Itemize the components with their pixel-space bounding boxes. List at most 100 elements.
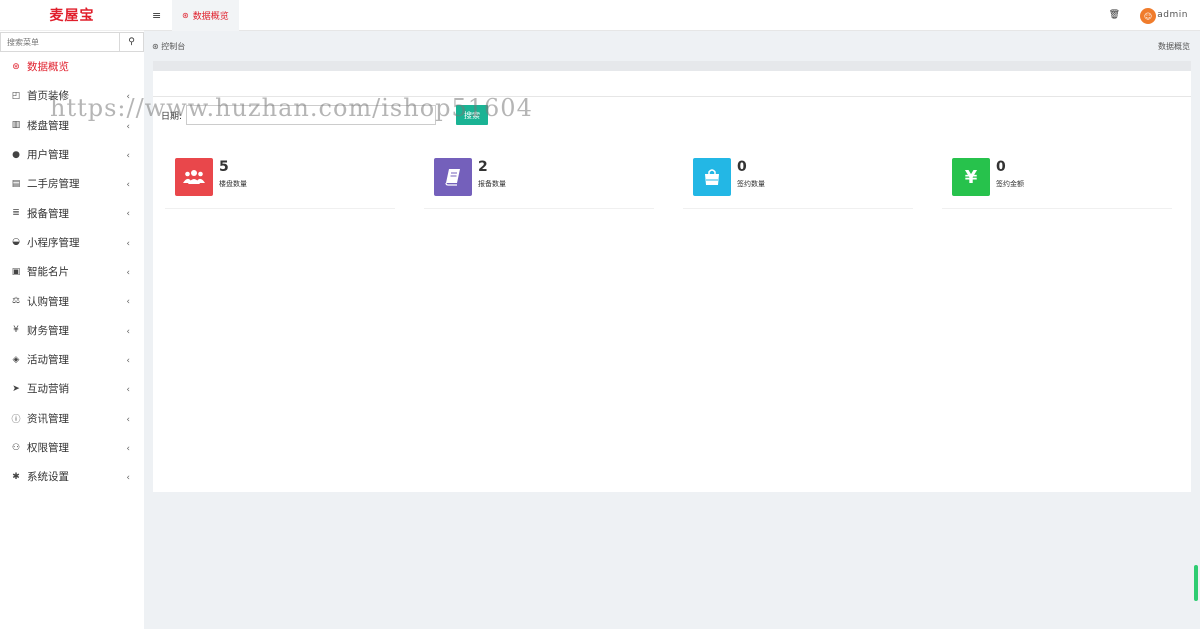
sidebar-item-settings[interactable]: ✱ 系统设置 ‹ (0, 462, 144, 491)
breadcrumb-home[interactable]: ⊛ 控制台 (152, 41, 185, 52)
dashboard-icon: ⊛ (182, 11, 189, 20)
menu-search: ⚲ (0, 32, 144, 52)
user-icon: ● (12, 149, 20, 160)
tab-dashboard[interactable]: ⊛ 数据概览 (172, 0, 239, 31)
breadcrumb-current: 数据概览 (1158, 42, 1190, 51)
chevron-left-icon: ‹ (126, 297, 130, 308)
menu-toggle-icon[interactable]: ≡ (152, 9, 161, 22)
scroll-indicator[interactable] (1194, 565, 1198, 601)
stat-label: 楼盘数量 (219, 180, 247, 188)
sidebar-item-label: 报备管理 (27, 207, 69, 220)
avatar[interactable]: ☺ (1140, 8, 1156, 24)
top-bar: ≡ ⊛ 数据概览 🗑 ☺ admin (144, 0, 1200, 31)
chevron-left-icon: ‹ (126, 443, 130, 454)
sidebar-item-users[interactable]: ● 用户管理 ‹ (0, 140, 144, 169)
stat-value: 5 (219, 159, 229, 175)
building-icon: ▥ (11, 120, 21, 131)
stat-card-properties: 5 楼盘数量 (165, 157, 395, 209)
shopping-bag-icon (693, 158, 731, 196)
sidebar-item-label: 楼盘管理 (27, 119, 69, 132)
logo: 麦屋宝 (0, 0, 144, 31)
stat-card-contracts: 0 签约数量 (683, 157, 913, 209)
sidebar-item-smart-card[interactable]: ▣ 智能名片 ‹ (0, 257, 144, 286)
book-icon (445, 169, 460, 186)
sidebar-item-home-decor[interactable]: ◰ 首页装修 ‹ (0, 81, 144, 110)
sidebar-item-label: 资讯管理 (27, 412, 69, 425)
sidebar-item-label: 首页装修 (27, 90, 69, 103)
send-icon: ➤ (12, 383, 20, 394)
yen-icon: ¥ (952, 158, 990, 196)
user-name[interactable]: admin (1157, 10, 1188, 20)
stat-value: 2 (478, 159, 488, 175)
chevron-left-icon: ‹ (126, 180, 130, 191)
panel-header (153, 61, 1191, 71)
sidebar-item-reports[interactable]: ≣ 报备管理 ‹ (0, 198, 144, 227)
chevron-left-icon: ‹ (126, 473, 130, 484)
sidebar-item-label: 智能名片 (27, 266, 69, 279)
main-panel: 日期: 搜索 5 楼盘数量 2 报备数量 0 签约数量 ¥ 0 签约金额 (153, 61, 1191, 492)
sidebar-item-label: 互动营销 (27, 383, 69, 396)
sidebar-item-finance[interactable]: ¥ 财务管理 ‹ (0, 316, 144, 345)
users-group-icon (175, 158, 213, 196)
sidebar-item-dashboard[interactable]: ⊛ 数据概览 (0, 52, 144, 81)
gear-icon: ✱ (12, 471, 20, 482)
sidebar-item-activities[interactable]: ◈ 活动管理 ‹ (0, 345, 144, 374)
layout-icon: ◰ (11, 90, 21, 101)
chevron-left-icon: ‹ (126, 355, 130, 366)
date-input[interactable] (186, 105, 437, 125)
sidebar-item-marketing[interactable]: ➤ 互动营销 ‹ (0, 374, 144, 403)
stat-value: 0 (996, 159, 1006, 175)
date-label: 日期: (161, 111, 183, 122)
users-icon: ⚇ (11, 442, 21, 453)
sidebar-menu: ⊛ 数据概览 ◰ 首页装修 ‹ ▥ 楼盘管理 ‹ ● 用户管理 ‹ ▤ 二手房管… (0, 52, 144, 491)
sidebar-item-second-hand[interactable]: ▤ 二手房管理 ‹ (0, 169, 144, 198)
sidebar-item-property[interactable]: ▥ 楼盘管理 ‹ (0, 111, 144, 140)
chevron-left-icon: ‹ (126, 121, 130, 132)
chevron-left-icon: ‹ (126, 268, 130, 279)
sidebar-item-label: 权限管理 (27, 442, 69, 454)
chevron-left-icon: ‹ (126, 326, 130, 337)
handshake-icon: ◈ (12, 354, 20, 365)
stat-label: 报备数量 (478, 180, 506, 188)
search-button[interactable]: 搜索 (456, 105, 489, 125)
chevron-left-icon: ‹ (126, 150, 130, 161)
database-icon: ≣ (12, 208, 20, 219)
sidebar-item-label: 小程序管理 (27, 236, 80, 249)
sidebar-item-label: 用户管理 (27, 149, 69, 162)
stat-card-reports: 2 报备数量 (424, 157, 654, 209)
search-icon[interactable]: ⚲ (119, 33, 143, 51)
divider (153, 96, 1191, 97)
dashboard-icon: ⊛ (12, 61, 20, 72)
dashboard-icon: ⊛ (152, 42, 159, 51)
chevron-left-icon: ‹ (126, 238, 130, 249)
book-icon (434, 158, 472, 196)
chevron-left-icon: ‹ (126, 385, 130, 396)
balance-icon: ⚖ (11, 296, 21, 307)
sidebar: 麦屋宝 ⚲ ⊛ 数据概览 ◰ 首页装修 ‹ ▥ 楼盘管理 ‹ ● 用户管理 ‹ … (0, 0, 144, 629)
sidebar-item-label: 认购管理 (27, 295, 69, 308)
card-icon: ▣ (11, 266, 21, 277)
users-group-icon (183, 170, 205, 184)
menu-search-input[interactable] (1, 33, 119, 51)
house-icon: ▤ (11, 178, 21, 189)
sidebar-item-label: 二手房管理 (27, 178, 80, 191)
yen-icon: ¥ (13, 325, 19, 336)
sidebar-item-mini-program[interactable]: ◒ 小程序管理 ‹ (0, 228, 144, 257)
stat-label: 签约数量 (737, 180, 765, 188)
stat-value: 0 (737, 159, 747, 175)
date-filter: 日期: 搜索 (161, 105, 489, 125)
stat-label: 签约金额 (996, 180, 1024, 188)
trash-icon[interactable]: 🗑 (1109, 10, 1120, 20)
sidebar-item-label: 数据概览 (27, 61, 69, 74)
stat-card-contract-amount: ¥ 0 签约金额 (942, 157, 1172, 209)
sidebar-item-news[interactable]: ⓘ 资讯管理 ‹ (0, 404, 144, 433)
sidebar-item-label: 系统设置 (27, 471, 69, 484)
chevron-left-icon: ‹ (126, 414, 130, 425)
sidebar-item-subscription[interactable]: ⚖ 认购管理 ‹ (0, 286, 144, 315)
breadcrumb: ⊛ 控制台 数据概览 (144, 32, 1200, 60)
sidebar-item-label: 财务管理 (27, 324, 69, 337)
sidebar-item-permissions[interactable]: ⚇ 权限管理 ‹ (0, 433, 144, 462)
info-icon: ⓘ (11, 414, 21, 425)
sidebar-item-label: 活动管理 (27, 354, 69, 367)
shopping-bag-icon (705, 169, 719, 185)
